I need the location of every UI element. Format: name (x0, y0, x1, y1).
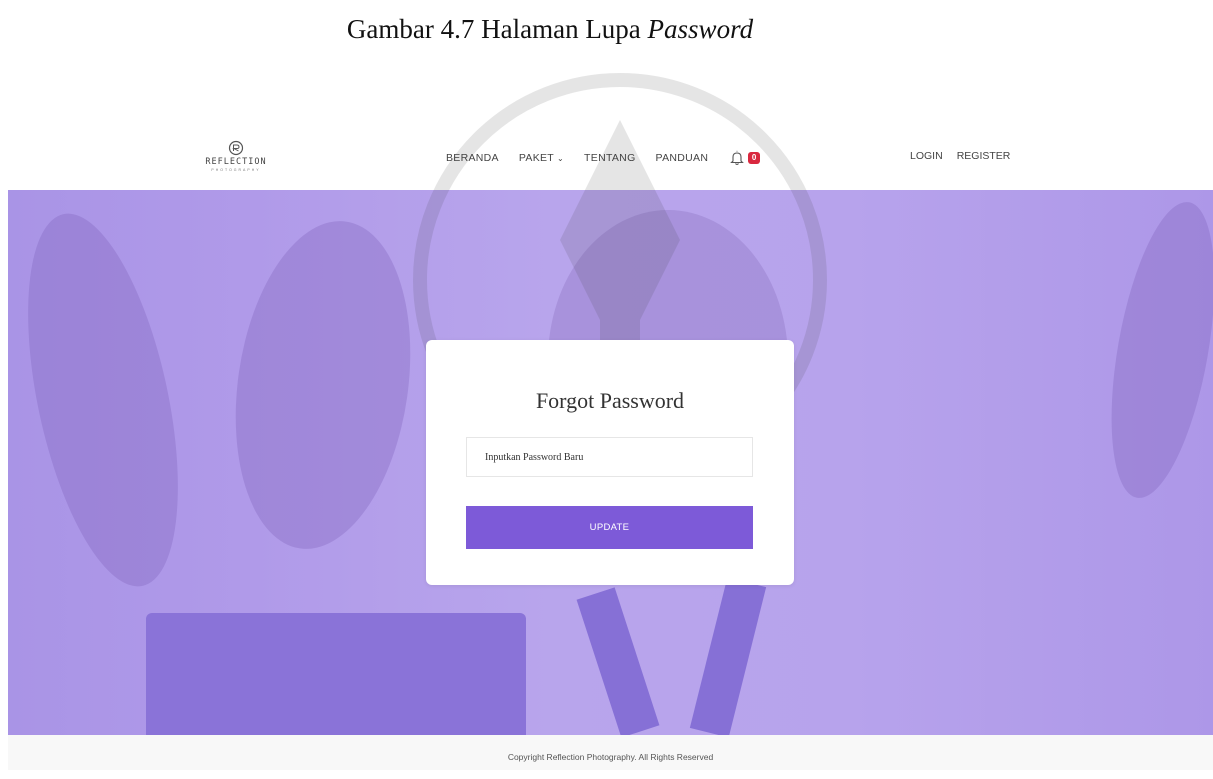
brand-tagline: PHOTOGRAPHY (211, 168, 261, 172)
nav-item-beranda[interactable]: BERANDA (446, 152, 499, 164)
reflection-logo-icon (228, 140, 244, 156)
copyright-text: Copyright Reflection Photography. All Ri… (507, 752, 714, 762)
leaf-decoration-right (1092, 194, 1213, 506)
auth-links: LOGIN REGISTER (910, 150, 1010, 162)
form-title: Forgot Password (535, 388, 685, 413)
notification-badge: 0 (748, 152, 761, 164)
nav-item-panduan[interactable]: PANDUAN (656, 152, 709, 164)
nav-item-paket[interactable]: PAKET ⌄ (519, 152, 564, 164)
chevron-down-icon: ⌄ (557, 154, 565, 163)
bell-icon (730, 150, 745, 166)
graduation-sash-left (576, 587, 660, 735)
caption-italic: Password (647, 14, 754, 44)
figure-caption: Gambar 4.7 Halaman Lupa Password (0, 14, 1100, 45)
brand-name: REFLECTION (205, 157, 267, 167)
nav-item-tentang[interactable]: TENTANG (584, 152, 636, 164)
leaf-decoration-left (8, 200, 207, 600)
new-password-input[interactable] (466, 437, 753, 477)
top-navbar: REFLECTION PHOTOGRAPHY BERANDA PAKET ⌄ TE… (8, 128, 1213, 190)
main-menu: BERANDA PAKET ⌄ TENTANG PANDUAN 0 (446, 150, 761, 166)
login-link[interactable]: LOGIN (910, 150, 943, 162)
graduation-sash-right (689, 577, 767, 735)
diploma-book-image (146, 613, 526, 735)
brand-logo[interactable]: REFLECTION PHOTOGRAPHY (196, 140, 276, 172)
notification-button[interactable]: 0 (730, 150, 761, 166)
nav-item-paket-label: PAKET (518, 152, 555, 164)
leaf-decoration-middle (215, 209, 431, 561)
caption-text: Gambar 4.7 Halaman Lupa (346, 14, 648, 44)
update-button[interactable]: UPDATE (466, 506, 753, 549)
forgot-password-card: Forgot Password UPDATE (426, 340, 794, 585)
footer: Copyright Reflection Photography. All Ri… (8, 735, 1213, 770)
register-link[interactable]: REGISTER (957, 150, 1011, 162)
